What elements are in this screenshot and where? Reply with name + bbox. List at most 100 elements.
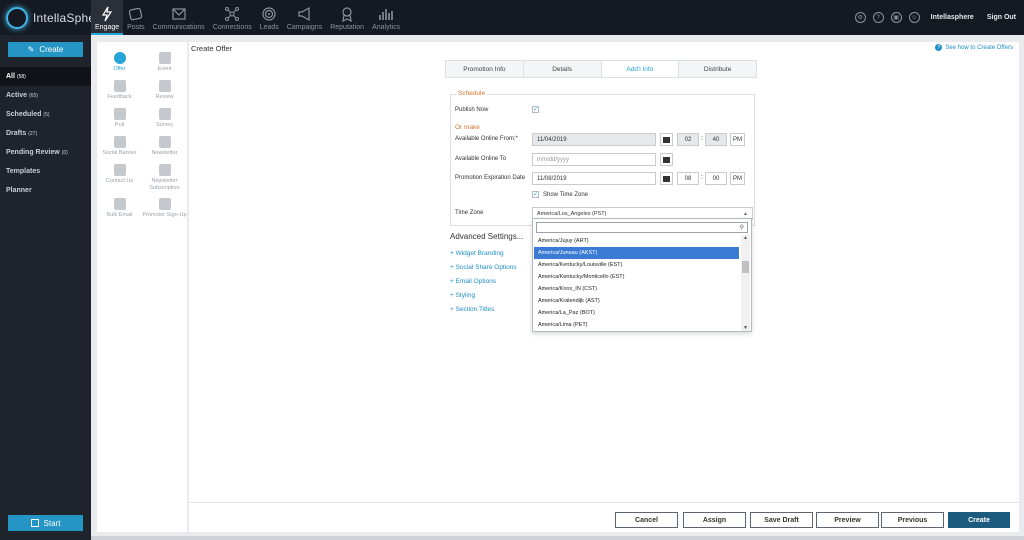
offer-icon <box>113 52 126 64</box>
save-draft-button[interactable]: Save Draft <box>750 512 813 528</box>
timezone-option[interactable]: America/Jujuy (ART) <box>534 235 739 247</box>
previous-button[interactable]: Previous <box>881 512 944 528</box>
expiration-ampm[interactable]: PM <box>730 172 745 185</box>
widget-event[interactable]: Event <box>142 52 187 80</box>
show-timezone-label: Show Time Zone <box>543 192 589 198</box>
widget-offer[interactable]: Offer <box>97 52 142 80</box>
widget-feedback[interactable]: Feedback <box>97 80 142 108</box>
scroll-up-icon[interactable]: ▲ <box>741 235 750 241</box>
newsletter-subscription-icon <box>158 164 171 176</box>
nav-item-reputation[interactable]: Reputation <box>326 0 368 35</box>
online-from-minute[interactable]: 40 <box>705 133 727 146</box>
show-timezone-checkbox[interactable]: ✓ <box>532 191 539 198</box>
advanced-item-4[interactable]: + Section Titles <box>450 306 494 313</box>
social-banner-icon <box>113 136 126 148</box>
expiration-minute[interactable]: 00 <box>705 172 727 185</box>
nav-item-communications[interactable]: Communications <box>149 0 209 35</box>
help-link[interactable]: ? See how to Create Offers <box>935 44 1013 51</box>
assign-button[interactable]: Assign <box>683 512 746 528</box>
help-circle-icon: ? <box>935 44 943 51</box>
timezone-option[interactable]: America/Knox_IN (CST) <box>534 283 739 295</box>
main-nav: Engage Posts Communications Connections Lead… <box>91 0 404 35</box>
settings-icon[interactable]: ⚙ <box>854 12 866 23</box>
timezone-option[interactable]: America/Kentucky/Monticello (EST) <box>534 271 739 283</box>
widget-survey[interactable]: Survey <box>142 108 187 136</box>
timezone-select-value: America/Los_Angeles (PST) <box>537 210 607 217</box>
nav-item-campaigns[interactable]: Campaigns <box>283 0 326 35</box>
create-button[interactable]: ✎ Create <box>8 42 83 57</box>
widget-label: Newsletter <box>151 150 178 156</box>
timezone-search-input[interactable]: ⚲ <box>536 222 748 233</box>
sidebar-item-pending-review[interactable]: Pending Review (0) <box>0 143 91 162</box>
dropdown-scrollbar[interactable]: ▲ ▼ <box>741 235 750 331</box>
widget-social-banner[interactable]: Social Banner <box>97 136 142 164</box>
sidebar-item-all[interactable]: All (58) <box>0 67 91 86</box>
widget-newsletter[interactable]: Newsletter <box>142 136 187 164</box>
help-icon[interactable]: ? <box>872 12 884 23</box>
online-to-calendar-icon[interactable] <box>660 153 673 166</box>
sidebar-item-scheduled[interactable]: Scheduled (5) <box>0 105 91 124</box>
search-icon: ⚲ <box>739 225 744 231</box>
timezone-option[interactable]: America/Kentucky/Louisville (EST) <box>534 259 739 271</box>
nav-item-analytics[interactable]: Analytics <box>368 0 404 35</box>
advanced-item-0[interactable]: + Widget Branding <box>450 250 504 257</box>
start-button[interactable]: Start <box>8 515 83 531</box>
widget-review[interactable]: Review <box>142 80 187 108</box>
start-icon <box>30 519 39 527</box>
nav-item-connections[interactable]: Connections <box>209 0 256 35</box>
expiration-date-input[interactable]: 11/08/2019 <box>532 172 656 185</box>
sidebar-item-active[interactable]: Active (65) <box>0 86 91 105</box>
widget-newsletter-subscription[interactable]: Newsletter Subscription <box>142 164 187 192</box>
connections-icon <box>225 7 240 21</box>
expiration-calendar-icon[interactable] <box>660 172 673 185</box>
user-name[interactable]: Intellasphere <box>931 14 974 21</box>
event-icon <box>158 52 171 64</box>
sidebar-item-label: Drafts <box>6 130 27 137</box>
online-from-calendar-icon[interactable] <box>660 133 673 146</box>
widget-label: Social Banner <box>102 150 137 156</box>
widget-label: Review <box>155 94 174 100</box>
widget-promoter-sign-up[interactable]: Promoter Sign-Up <box>142 198 187 226</box>
nav-item-posts[interactable]: Posts <box>123 0 149 35</box>
online-from-hour[interactable]: 02 <box>677 133 699 146</box>
account-icon[interactable]: ☺ <box>908 12 920 23</box>
publish-now-label: Publish Now <box>455 107 489 113</box>
online-to-date-input[interactable]: mm/dd/yyyy <box>532 153 656 166</box>
step-promotion-info[interactable]: Promotion Info <box>446 61 524 77</box>
create-submit-button[interactable]: Create <box>948 512 1010 528</box>
advanced-item-2[interactable]: + Email Options <box>450 278 496 285</box>
analytics-icon <box>379 9 393 20</box>
nav-item-engage[interactable]: Engage <box>91 0 124 35</box>
widget-poll[interactable]: Poll <box>97 108 142 136</box>
online-from-ampm[interactable]: PM <box>730 133 745 146</box>
sign-out-link[interactable]: Sign Out <box>987 14 1016 21</box>
contact-us-icon <box>113 164 126 176</box>
scroll-down-icon[interactable]: ▼ <box>741 325 750 331</box>
expiration-hour[interactable]: 08 <box>677 172 699 185</box>
cancel-button[interactable]: Cancel <box>615 512 678 528</box>
step-add-l-info[interactable]: Add'l Info <box>601 61 680 77</box>
timezone-option[interactable]: America/Juneau (AKST) <box>534 247 739 259</box>
sidebar-item-drafts[interactable]: Drafts (27) <box>0 124 91 143</box>
step-distribute[interactable]: Distribute <box>679 61 756 77</box>
advanced-item-1[interactable]: + Social Share Options <box>450 264 517 271</box>
online-from-date-input[interactable]: 11/04/2019 <box>532 133 656 146</box>
sidebar-item-planner[interactable]: Planner <box>0 181 91 200</box>
caret-up-icon: ▲ <box>743 211 748 217</box>
step-details[interactable]: Details <box>524 61 602 77</box>
timezone-option[interactable]: America/Kralendijk (AST) <box>534 295 739 307</box>
timezone-option[interactable]: America/Lima (PET) <box>534 319 739 331</box>
nav-item-leads[interactable]: Leads <box>256 0 283 35</box>
edit-icon: ✎ <box>27 45 35 54</box>
widget-bulk-email[interactable]: Bulk Email <box>97 198 142 226</box>
sidebar-item-label: Planner <box>6 187 32 194</box>
preview-button[interactable]: Preview <box>816 512 879 528</box>
lock-icon[interactable]: ▣ <box>890 12 902 23</box>
scrollbar-thumb[interactable] <box>742 261 749 273</box>
publish-now-checkbox[interactable]: ✓ <box>532 106 539 113</box>
sidebar-item-templates[interactable]: Templates <box>0 162 91 181</box>
advanced-item-3[interactable]: + Styling <box>450 292 475 299</box>
online-to-label: Available Online To <box>455 156 507 162</box>
timezone-option[interactable]: America/La_Paz (BOT) <box>534 307 739 319</box>
widget-contact-us[interactable]: Contact Us <box>97 164 142 192</box>
